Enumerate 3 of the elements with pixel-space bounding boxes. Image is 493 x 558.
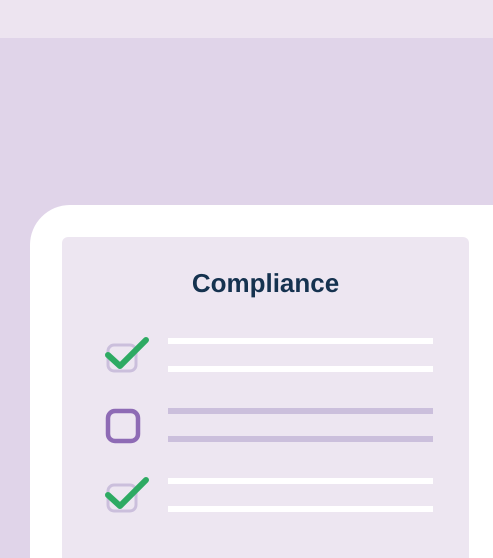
checked-checkbox[interactable] [104, 335, 152, 375]
card-title: Compliance [192, 267, 340, 299]
checked-checkbox[interactable] [104, 475, 152, 515]
